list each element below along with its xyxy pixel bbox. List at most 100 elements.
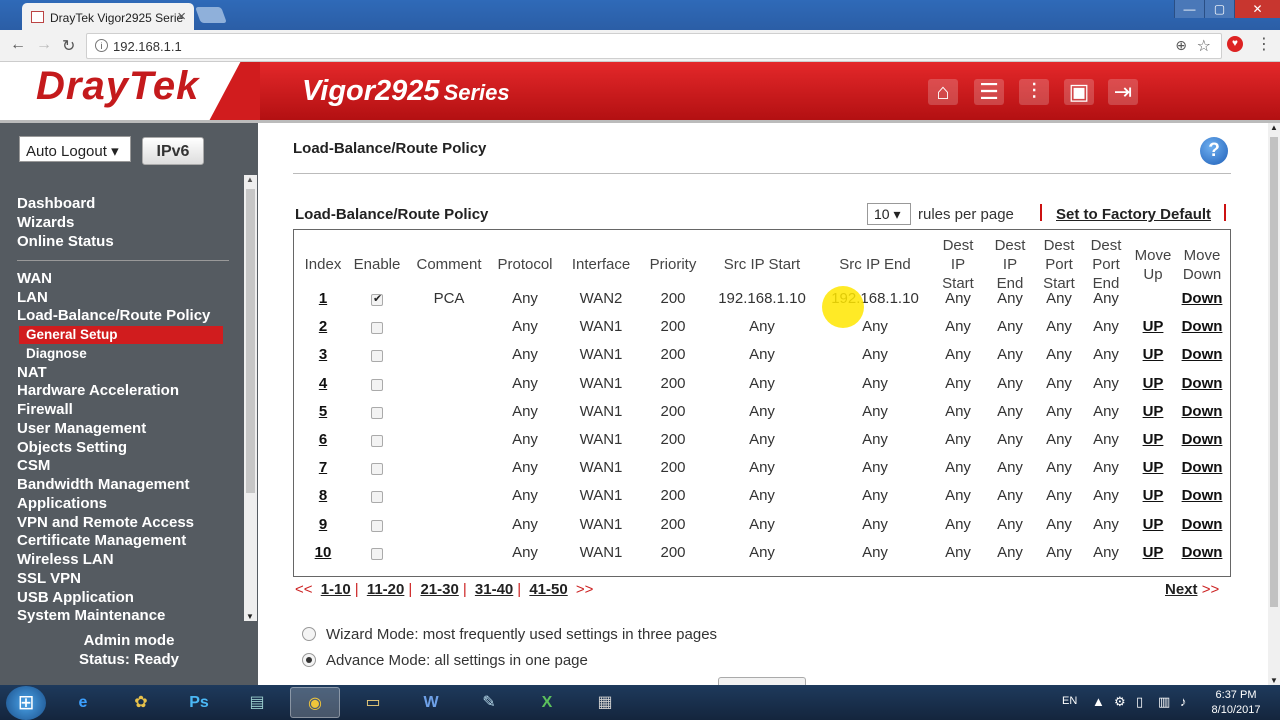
enable-checkbox[interactable] bbox=[371, 350, 383, 363]
sidebar-item-applications[interactable]: Applications bbox=[17, 495, 107, 513]
network-app-icon[interactable]: ▤ bbox=[232, 687, 282, 718]
url-text[interactable]: 192.168.1.1 bbox=[113, 39, 182, 54]
page-link-41-50[interactable]: 41-50 bbox=[529, 581, 567, 598]
sidebar-scrollbar[interactable]: ▲ ▼ bbox=[244, 175, 257, 621]
scroll-down-icon[interactable]: ▼ bbox=[246, 612, 254, 621]
sidebar-item-wireless-lan[interactable]: Wireless LAN bbox=[17, 551, 114, 569]
page-link-21-30[interactable]: 21-30 bbox=[420, 581, 458, 598]
zoom-icon[interactable]: ⊕ bbox=[1175, 37, 1187, 54]
tray-tool-icon[interactable]: ⚙ bbox=[1114, 694, 1126, 710]
rule-index-link[interactable]: 8 bbox=[263, 487, 383, 504]
rules-per-page-select[interactable]: 10 ▾ bbox=[867, 203, 911, 225]
sidebar-item-general-setup[interactable]: General Setup bbox=[19, 326, 223, 344]
page-link-1-10[interactable]: 1-10 bbox=[321, 581, 351, 598]
scroll-down-icon[interactable]: ▼ bbox=[1270, 676, 1278, 685]
sidebar-item-lan[interactable]: LAN bbox=[17, 289, 48, 307]
enable-checkbox[interactable] bbox=[371, 378, 383, 391]
sidebar-item-wizards[interactable]: Wizards bbox=[17, 214, 74, 232]
move-down-link[interactable]: Down bbox=[1142, 544, 1262, 561]
word-icon[interactable]: W bbox=[406, 687, 456, 718]
close-window-button[interactable]: ✕ bbox=[1234, 0, 1280, 18]
sidebar-item-online-status[interactable]: Online Status bbox=[17, 233, 114, 251]
extension-icon[interactable]: ♥ bbox=[1227, 36, 1243, 52]
enable-checkbox[interactable] bbox=[371, 292, 383, 306]
volume-icon[interactable]: ♪ bbox=[1180, 694, 1187, 709]
save-icon[interactable]: ▣ bbox=[1064, 79, 1094, 105]
sidebar-item-user-management[interactable]: User Management bbox=[17, 420, 146, 438]
tray-device-icon[interactable]: ▯ bbox=[1136, 694, 1143, 710]
rule-index-link[interactable]: 4 bbox=[263, 375, 383, 392]
rule-index-link[interactable]: 5 bbox=[263, 403, 383, 420]
advance-mode-radio[interactable] bbox=[302, 653, 316, 667]
rule-index-link[interactable]: 9 bbox=[263, 516, 383, 533]
next-link[interactable]: Next >> bbox=[1165, 581, 1219, 598]
help-icon[interactable]: ? bbox=[1200, 137, 1228, 165]
photoshop-icon[interactable]: Ps bbox=[174, 687, 224, 718]
sidebar-item-bandwidth-management[interactable]: Bandwidth Management bbox=[17, 476, 190, 494]
sidebar-item-vpn[interactable]: VPN and Remote Access bbox=[17, 514, 194, 532]
ipv6-button[interactable]: IPv6 bbox=[142, 137, 204, 165]
rule-index-link[interactable]: 6 bbox=[263, 431, 383, 448]
move-down-link[interactable]: Down bbox=[1142, 346, 1262, 363]
quick-start-icon[interactable]: ☰ bbox=[974, 79, 1004, 105]
page-scroll-thumb[interactable] bbox=[1270, 137, 1278, 607]
rule-index-link[interactable]: 7 bbox=[263, 459, 383, 476]
sidebar-item-nat[interactable]: NAT bbox=[17, 364, 47, 382]
tab-close-icon[interactable]: × bbox=[177, 8, 186, 25]
move-down-link[interactable]: Down bbox=[1142, 487, 1262, 504]
sidebar-item-load-balance[interactable]: Load-Balance/Route Policy bbox=[17, 307, 210, 325]
internet-explorer-icon[interactable]: e bbox=[58, 687, 108, 718]
logout-icon[interactable]: ⇥ bbox=[1108, 79, 1138, 105]
reload-icon[interactable]: ↻ bbox=[62, 36, 75, 56]
move-down-link[interactable]: Down bbox=[1142, 516, 1262, 533]
bookmark-star-icon[interactable]: ☆ bbox=[1197, 36, 1211, 56]
next-arrows[interactable]: >> bbox=[1202, 581, 1220, 598]
sidebar-item-system-maintenance[interactable]: System Maintenance bbox=[17, 607, 165, 625]
enable-checkbox[interactable] bbox=[371, 463, 383, 476]
move-down-link[interactable]: Down bbox=[1142, 403, 1262, 420]
pager-next-arrows[interactable]: >> bbox=[576, 581, 594, 598]
sidebar-scroll-thumb[interactable] bbox=[246, 189, 255, 493]
network-icon[interactable]: ▥ bbox=[1158, 694, 1170, 710]
scroll-up-icon[interactable]: ▲ bbox=[246, 175, 254, 184]
sidebar-item-dashboard[interactable]: Dashboard bbox=[17, 195, 95, 213]
rule-index-link[interactable]: 3 bbox=[263, 346, 383, 363]
rule-index-link[interactable]: 1 bbox=[263, 290, 383, 307]
forward-arrow-icon[interactable]: → bbox=[36, 36, 52, 54]
next-label[interactable]: Next bbox=[1165, 581, 1198, 598]
enable-checkbox[interactable] bbox=[371, 491, 383, 504]
enable-checkbox[interactable] bbox=[371, 519, 383, 532]
enable-checkbox[interactable] bbox=[371, 322, 383, 335]
maximize-button[interactable]: ▢ bbox=[1204, 0, 1234, 18]
enable-checkbox[interactable] bbox=[371, 435, 383, 447]
sidebar-item-firewall[interactable]: Firewall bbox=[17, 401, 73, 419]
sidebar-item-ssl-vpn[interactable]: SSL VPN bbox=[17, 570, 81, 588]
file-explorer-icon[interactable]: ▭ bbox=[348, 687, 398, 718]
move-down-link[interactable]: Down bbox=[1142, 290, 1262, 307]
sidebar-item-wan[interactable]: WAN bbox=[17, 270, 52, 288]
wizard-mode-radio[interactable] bbox=[302, 627, 316, 641]
sidebar-item-usb-application[interactable]: USB Application bbox=[17, 589, 134, 607]
tray-expand-icon[interactable]: ▲ bbox=[1092, 694, 1105, 709]
chrome-icon[interactable]: ◉ bbox=[290, 687, 340, 718]
browser-menu-icon[interactable]: ⋮ bbox=[1256, 34, 1272, 54]
move-down-link[interactable]: Down bbox=[1142, 459, 1262, 476]
sidebar-item-diagnose[interactable]: Diagnose bbox=[26, 345, 87, 363]
move-down-link[interactable]: Down bbox=[1142, 318, 1262, 335]
auto-logout-select[interactable]: Auto Logout ▾ bbox=[19, 136, 131, 162]
excel-icon[interactable]: X bbox=[522, 687, 572, 718]
settings-sliders-icon[interactable]: ⫶ bbox=[1019, 79, 1049, 105]
sidebar-item-objects-setting[interactable]: Objects Setting bbox=[17, 439, 127, 457]
scroll-up-icon[interactable]: ▲ bbox=[1270, 123, 1278, 132]
move-down-link[interactable]: Down bbox=[1142, 431, 1262, 448]
info-icon[interactable]: i bbox=[95, 39, 108, 52]
system-clock[interactable]: 6:37 PM 8/10/2017 bbox=[1200, 688, 1272, 718]
page-link-31-40[interactable]: 31-40 bbox=[475, 581, 513, 598]
enable-checkbox[interactable] bbox=[371, 406, 383, 419]
home-icon[interactable]: ⌂ bbox=[928, 79, 958, 105]
rule-index-link[interactable]: 2 bbox=[263, 318, 383, 335]
move-down-link[interactable]: Down bbox=[1142, 375, 1262, 392]
sidebar-item-hardware-acceleration[interactable]: Hardware Acceleration bbox=[17, 382, 179, 400]
back-arrow-icon[interactable]: ← bbox=[10, 36, 26, 54]
notepad-icon[interactable]: ✎ bbox=[464, 687, 514, 718]
